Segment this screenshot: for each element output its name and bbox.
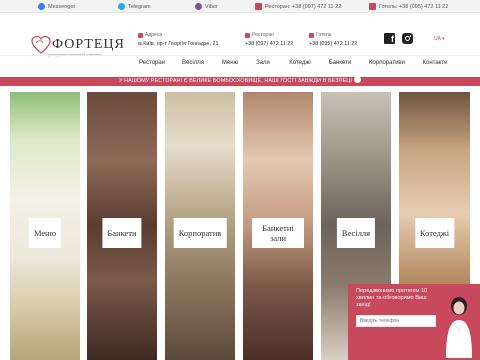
hotel-phone: +38 (095) 472 11 22 bbox=[309, 41, 358, 47]
address-value: м.Київ, пр-т Георгія Гонгадзе, 21 bbox=[138, 41, 219, 47]
nav-item-weddings[interactable]: Весілля bbox=[182, 60, 204, 66]
instagram-icon[interactable] bbox=[402, 33, 413, 44]
category-halls[interactable]: Банкетні зали bbox=[243, 92, 313, 360]
restaurant-phone: +38 (097) 472 11 22 bbox=[245, 41, 294, 47]
phone-icon bbox=[309, 32, 314, 38]
topbar-restaurant-phone[interactable]: Ресторан: +38 (097) 472 11 22 bbox=[255, 3, 341, 10]
nav-item-halls[interactable]: Зали bbox=[256, 60, 270, 66]
facebook-icon[interactable]: f bbox=[384, 33, 395, 44]
header-hotel[interactable]: Готель +38 (095) 472 11 22 bbox=[309, 32, 357, 47]
safety-banner: У НАШОМУ РЕСТОРАНІ Є ВЕЛИКЕ БОМБОСХОВИЩЕ… bbox=[0, 76, 480, 86]
category-halls-label: Банкетні зали bbox=[252, 218, 304, 248]
phone-input[interactable] bbox=[356, 315, 436, 327]
category-corporate-label: Корпоратив bbox=[173, 218, 227, 248]
telegram-icon bbox=[118, 3, 125, 10]
topbar-restaurant-phone-text: Ресторан: +38 (097) 472 11 22 bbox=[265, 3, 342, 10]
main-nav: Ресторан Весілля Меню Зали Котеджі Банке… bbox=[0, 55, 480, 73]
nav-item-restaurant[interactable]: Ресторан bbox=[139, 60, 165, 66]
category-corporate[interactable]: Корпоратив bbox=[165, 92, 235, 360]
nav-item-corporate[interactable]: Корпоративи bbox=[369, 60, 405, 66]
restaurant-label: Ресторан bbox=[252, 32, 274, 38]
category-menu-label: Меню bbox=[28, 218, 62, 248]
nav-item-banquets[interactable]: Банкети bbox=[329, 60, 352, 66]
header-address: Адреса м.Київ, пр-т Георгія Гонгадзе, 21 bbox=[138, 32, 218, 47]
messenger-label: Messenger bbox=[48, 3, 76, 10]
category-menu[interactable]: Меню bbox=[10, 92, 80, 360]
category-banquets[interactable]: Банкети bbox=[87, 92, 157, 360]
nav-item-contacts[interactable]: Контакти bbox=[423, 60, 448, 66]
header-restaurant[interactable]: Ресторан +38 (097) 472 11 22 bbox=[245, 32, 293, 47]
location-icon bbox=[138, 32, 143, 38]
callback-text: Передзвонимо протягом 10 хвилин та обгов… bbox=[356, 288, 428, 308]
messenger-icon bbox=[38, 3, 45, 10]
topbar-hotel-phone-text: Готель: +38 (095) 472 11 22 bbox=[379, 3, 449, 10]
topbar-hotel-phone[interactable]: Готель: +38 (095) 472 11 22 bbox=[369, 3, 448, 10]
brand-name: ФОРТЕЦЯ bbox=[52, 37, 125, 52]
messenger-link[interactable]: Messenger bbox=[38, 3, 75, 10]
nav-item-cottages[interactable]: Котеджі bbox=[289, 60, 310, 66]
consultant-avatar bbox=[446, 297, 472, 358]
viber-link[interactable]: Viber bbox=[195, 3, 218, 10]
hotel-label: Готель bbox=[316, 32, 332, 38]
telegram-link[interactable]: Telegram bbox=[118, 3, 151, 10]
viber-label: Viber bbox=[205, 3, 218, 10]
address-label: Адреса bbox=[145, 32, 163, 38]
phone-icon bbox=[255, 3, 262, 10]
phone-icon bbox=[369, 3, 376, 10]
language-selector[interactable]: UA ▾ bbox=[434, 36, 445, 42]
category-cottages-label: Котеджі bbox=[414, 218, 455, 248]
shield-icon bbox=[353, 76, 361, 84]
banner-text: У НАШОМУ РЕСТОРАНІ Є ВЕЛИКЕ БОМБОСХОВИЩЕ… bbox=[119, 78, 352, 84]
phone-icon bbox=[245, 32, 250, 38]
viber-icon bbox=[195, 3, 202, 10]
language-value: UA bbox=[434, 36, 441, 42]
top-bar: Messenger Telegram Viber Ресторан: +38 (… bbox=[0, 0, 480, 13]
category-weddings-label: Весілля bbox=[336, 218, 376, 248]
category-banquets-label: Банкети bbox=[102, 218, 142, 248]
telegram-label: Telegram bbox=[128, 3, 151, 10]
nav-item-menu[interactable]: Меню bbox=[222, 60, 238, 66]
